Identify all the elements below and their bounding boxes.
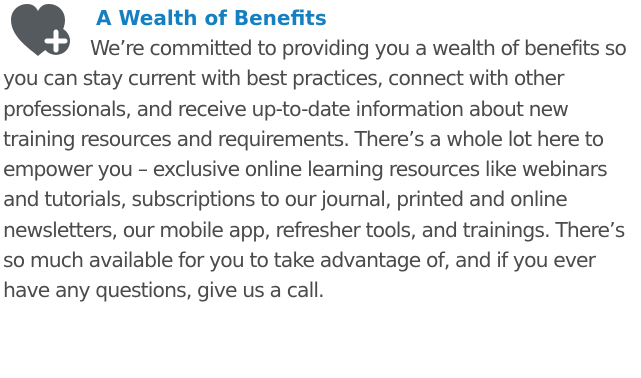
body-text: We’re committed to providing you a wealt… xyxy=(3,36,627,303)
section-title: A Wealth of Benefits xyxy=(96,6,327,30)
body-paragraph: We’re committed to providing you a wealt… xyxy=(3,33,633,306)
benefits-card: A Wealth of Benefits We’re committed to … xyxy=(0,0,641,378)
